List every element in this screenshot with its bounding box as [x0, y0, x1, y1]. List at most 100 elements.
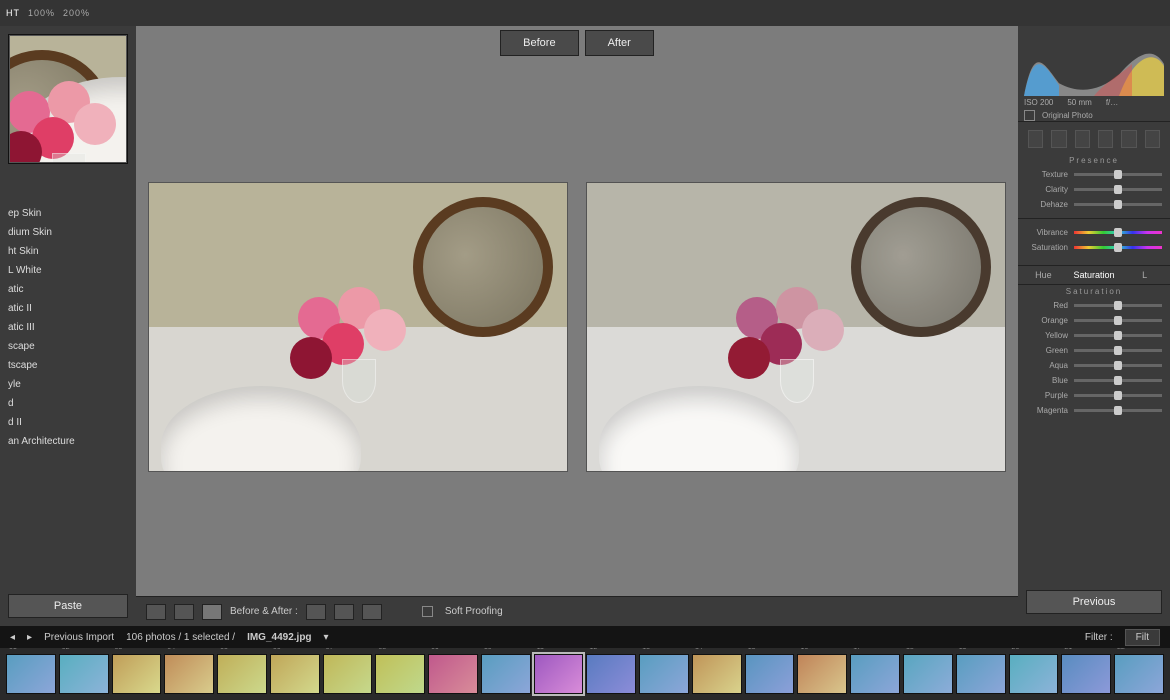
filmstrip-thumb[interactable]: 17 — [850, 654, 900, 694]
histogram-panel[interactable]: ISO 200 50 mm f/… Original Photo — [1018, 26, 1170, 122]
slider-track[interactable] — [1074, 364, 1162, 367]
filmstrip-thumb[interactable]: 09 — [428, 654, 478, 694]
preset-item[interactable]: scape — [0, 337, 136, 356]
slider-green[interactable]: Green — [1026, 343, 1162, 358]
slider-saturation[interactable]: Saturation — [1026, 240, 1162, 255]
slider-orange[interactable]: Orange — [1026, 313, 1162, 328]
slider-knob[interactable] — [1114, 243, 1122, 252]
paste-button[interactable]: Paste — [8, 594, 128, 618]
slider-knob[interactable] — [1114, 200, 1122, 209]
filmstrip-thumb[interactable]: 16 — [797, 654, 847, 694]
ba-split-icon[interactable] — [362, 604, 382, 620]
spot-tool-icon[interactable] — [1051, 130, 1066, 148]
viewmode-before-after[interactable] — [202, 604, 222, 620]
slider-knob[interactable] — [1114, 331, 1122, 340]
slider-track[interactable] — [1074, 394, 1162, 397]
slider-knob[interactable] — [1114, 228, 1122, 237]
preset-item[interactable]: dium Skin — [0, 223, 136, 242]
filmstrip-thumb[interactable]: 05 — [217, 654, 267, 694]
slider-clarity[interactable]: Clarity — [1026, 182, 1162, 197]
slider-knob[interactable] — [1114, 361, 1122, 370]
preset-item[interactable]: atic — [0, 280, 136, 299]
preset-item[interactable]: ht Skin — [0, 242, 136, 261]
preset-item[interactable]: yle — [0, 375, 136, 394]
slider-knob[interactable] — [1114, 391, 1122, 400]
slider-purple[interactable]: Purple — [1026, 388, 1162, 403]
slider-aqua[interactable]: Aqua — [1026, 358, 1162, 373]
slider-track[interactable] — [1074, 349, 1162, 352]
navigator-thumbnail[interactable] — [8, 34, 128, 164]
filmstrip-thumb[interactable]: 15 — [745, 654, 795, 694]
slider-blue[interactable]: Blue — [1026, 373, 1162, 388]
slider-knob[interactable] — [1114, 316, 1122, 325]
slider-track[interactable] — [1074, 334, 1162, 337]
slider-magenta[interactable]: Magenta — [1026, 403, 1162, 418]
soft-proofing-checkbox[interactable] — [422, 606, 433, 617]
filmstrip-thumb[interactable]: 18 — [903, 654, 953, 694]
original-photo-checkbox[interactable] — [1024, 110, 1035, 121]
filmstrip-thumb[interactable]: 11 — [534, 654, 584, 694]
chevron-down-icon[interactable]: ▾ — [324, 632, 329, 643]
slider-knob[interactable] — [1114, 376, 1122, 385]
subtab-luminance[interactable]: L — [1119, 266, 1170, 284]
redeye-tool-icon[interactable] — [1075, 130, 1090, 148]
preset-item[interactable]: d II — [0, 413, 136, 432]
slider-track[interactable] — [1074, 203, 1162, 206]
brush-tool-icon[interactable] — [1145, 130, 1160, 148]
breadcrumb-source[interactable]: Previous Import — [44, 632, 114, 643]
slider-dehaze[interactable]: Dehaze — [1026, 197, 1162, 212]
viewmode-grid[interactable] — [174, 604, 194, 620]
filmstrip-thumb[interactable]: 01 — [6, 654, 56, 694]
before-pane[interactable] — [144, 66, 572, 588]
slider-track[interactable] — [1074, 173, 1162, 176]
viewmode-loupe[interactable] — [146, 604, 166, 620]
zoom-200[interactable]: 200% — [63, 8, 90, 18]
slider-track[interactable] — [1074, 246, 1162, 249]
slider-track[interactable] — [1074, 188, 1162, 191]
filmstrip-thumb[interactable]: 20 — [1009, 654, 1059, 694]
filmstrip[interactable]: 0102030405060708091011121314151617181920… — [0, 648, 1170, 700]
slider-knob[interactable] — [1114, 301, 1122, 310]
filmstrip-thumb[interactable]: 06 — [270, 654, 320, 694]
slider-knob[interactable] — [1114, 346, 1122, 355]
filmstrip-thumb[interactable]: 14 — [692, 654, 742, 694]
preset-item[interactable]: atic II — [0, 299, 136, 318]
nav-next-icon[interactable]: ▸ — [27, 632, 32, 643]
zoom-100[interactable]: 100% — [28, 8, 55, 18]
filmstrip-thumb[interactable]: 22 — [1114, 654, 1164, 694]
filmstrip-thumb[interactable]: 08 — [375, 654, 425, 694]
after-pane[interactable] — [582, 66, 1010, 588]
slider-vibrance[interactable]: Vibrance — [1026, 225, 1162, 240]
slider-texture[interactable]: Texture — [1026, 167, 1162, 182]
filmstrip-thumb[interactable]: 13 — [639, 654, 689, 694]
preset-item[interactable]: tscape — [0, 356, 136, 375]
subtab-saturation[interactable]: Saturation — [1069, 266, 1120, 284]
filmstrip-thumb[interactable]: 07 — [323, 654, 373, 694]
filter-button[interactable]: Filt — [1125, 629, 1160, 646]
preset-item[interactable]: d — [0, 394, 136, 413]
preset-item[interactable]: L White — [0, 261, 136, 280]
filmstrip-thumb[interactable]: 04 — [164, 654, 214, 694]
ba-lr-icon[interactable] — [306, 604, 326, 620]
previous-button[interactable]: Previous — [1026, 590, 1162, 614]
nav-prev-icon[interactable]: ◂ — [10, 632, 15, 643]
preset-item[interactable]: an Architecture — [0, 432, 136, 451]
crop-tool-icon[interactable] — [1028, 130, 1043, 148]
filmstrip-thumb[interactable]: 10 — [481, 654, 531, 694]
filmstrip-thumb[interactable]: 02 — [59, 654, 109, 694]
filmstrip-thumb[interactable]: 19 — [956, 654, 1006, 694]
preset-item[interactable]: ep Skin — [0, 204, 136, 223]
slider-red[interactable]: Red — [1026, 298, 1162, 313]
filmstrip-thumb[interactable]: 12 — [586, 654, 636, 694]
slider-track[interactable] — [1074, 379, 1162, 382]
slider-track[interactable] — [1074, 304, 1162, 307]
slider-knob[interactable] — [1114, 185, 1122, 194]
slider-knob[interactable] — [1114, 406, 1122, 415]
slider-yellow[interactable]: Yellow — [1026, 328, 1162, 343]
slider-track[interactable] — [1074, 409, 1162, 412]
filmstrip-thumb[interactable]: 03 — [112, 654, 162, 694]
radial-tool-icon[interactable] — [1121, 130, 1136, 148]
filmstrip-thumb[interactable]: 21 — [1061, 654, 1111, 694]
slider-track[interactable] — [1074, 231, 1162, 234]
slider-track[interactable] — [1074, 319, 1162, 322]
